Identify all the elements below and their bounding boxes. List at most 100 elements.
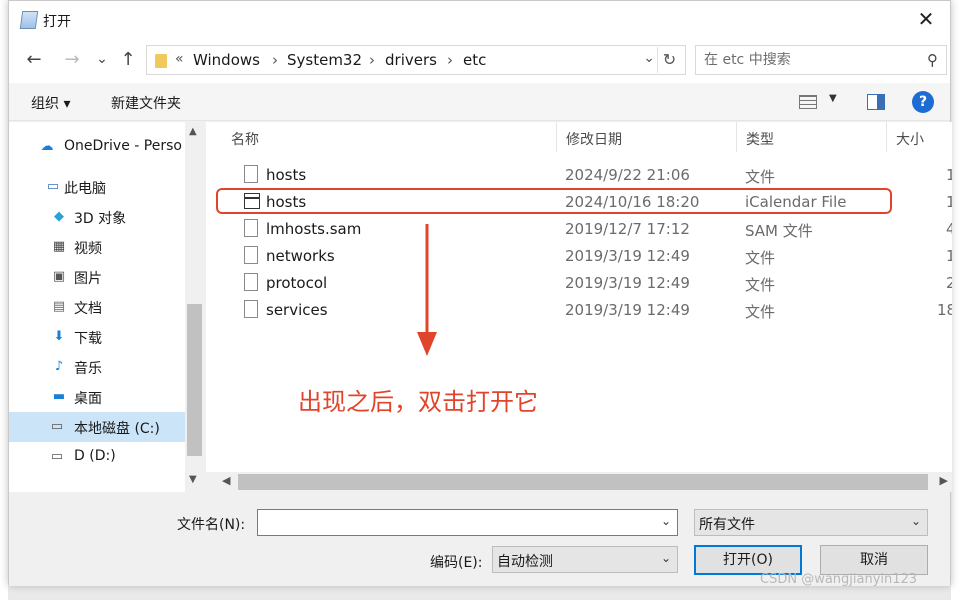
navigation-pane: ☁ OneDrive - Perso ▭ 此电脑 ◆ 3D 对象 ▦ 视频 ▣ … [9, 122, 204, 492]
drive-icon: ▭ [50, 449, 64, 464]
scroll-right-icon[interactable]: ▶ [940, 474, 948, 487]
watermark: CSDN @wangjianyin123 [760, 572, 918, 587]
scroll-up-icon[interactable]: ▲ [189, 126, 197, 137]
organize-menu-button[interactable]: 组织 ▾ [31, 93, 70, 113]
sidebar-item-onedrive[interactable]: ☁ OneDrive - Perso [9, 132, 185, 162]
cloud-icon: ☁ [40, 139, 54, 154]
file-name: hosts [266, 166, 307, 184]
file-list-pane: ^ 名称 修改日期 类型 大小 hosts 2024/9/22 21:06 文件… [206, 122, 952, 492]
sidebar-item-pictures[interactable]: ▣ 图片 [9, 262, 185, 292]
file-name: protocol [266, 274, 328, 292]
open-button[interactable]: 打开(O) [694, 545, 802, 575]
filename-label: 文件名(N): [177, 517, 246, 533]
help-icon[interactable]: ? [912, 91, 934, 113]
sidebar-scrollbar[interactable]: ▲ ▼ [185, 122, 204, 492]
sidebar-item-downloads[interactable]: ⬇ 下载 [9, 322, 185, 352]
filename-field[interactable]: ⌄ [257, 509, 678, 536]
sidebar-item-drive-d[interactable]: ▭ D (D:) [9, 442, 185, 472]
file-name: networks [266, 247, 335, 265]
scrollbar-thumb[interactable] [187, 304, 202, 456]
table-row[interactable]: services 2019/3/19 12:49 文件 18 [226, 297, 952, 324]
breadcrumb-separator-icon[interactable]: › [369, 51, 375, 69]
table-row[interactable]: lmhosts.sam 2019/12/7 17:12 SAM 文件 4 [226, 216, 952, 243]
table-row[interactable]: hosts 2024/10/16 18:20 iCalendar File 1 [226, 189, 952, 216]
file-type: 文件 [745, 249, 776, 267]
search-box[interactable]: ⚲ [695, 45, 947, 75]
music-icon: ♪ [54, 359, 64, 374]
overflow-chevron-icon[interactable]: « [175, 51, 184, 67]
file-date: 2019/3/19 12:49 [565, 247, 690, 265]
navigation-bar: ← → ⌄ ↑ « Windows › System32 › drivers ›… [9, 39, 950, 83]
back-arrow-icon[interactable]: ← [23, 49, 45, 70]
computer-icon: ▭ [46, 179, 60, 194]
breadcrumb-separator-icon[interactable]: › [272, 51, 278, 69]
sidebar-item-label: 本地磁盘 (C:) [74, 421, 160, 437]
calendar-file-icon [244, 193, 260, 209]
address-dropdown-chevron-icon[interactable]: ⌄ [643, 50, 655, 66]
column-divider[interactable] [736, 122, 737, 152]
column-header-date[interactable]: 修改日期 [566, 122, 622, 152]
encoding-value: 自动检测 [497, 554, 553, 570]
file-date: 2024/10/16 18:20 [565, 193, 700, 211]
breadcrumb-separator-icon[interactable]: › [447, 51, 453, 69]
new-folder-button[interactable]: 新建文件夹 [111, 93, 181, 113]
chevron-down-icon[interactable]: ⌄ [661, 551, 671, 565]
sidebar-item-3d-objects[interactable]: ◆ 3D 对象 [9, 202, 185, 232]
sidebar-item-desktop[interactable]: ▬ 桌面 [9, 382, 185, 412]
breadcrumb-windows[interactable]: Windows [193, 51, 260, 69]
file-size: 18 [937, 301, 952, 319]
table-row[interactable]: networks 2019/3/19 12:49 文件 1 [226, 243, 952, 270]
recent-locations-chevron-icon[interactable]: ⌄ [91, 51, 113, 67]
refresh-icon[interactable]: ↻ [657, 47, 681, 73]
sidebar-item-videos[interactable]: ▦ 视频 [9, 232, 185, 262]
sidebar-item-label: D (D:) [74, 448, 116, 464]
sidebar-item-this-pc[interactable]: ▭ 此电脑 [9, 172, 185, 202]
scrollbar-thumb[interactable] [238, 474, 928, 490]
file-icon [244, 165, 258, 183]
table-row[interactable]: protocol 2019/3/19 12:49 文件 2 [226, 270, 952, 297]
breadcrumb-system32[interactable]: System32 [287, 51, 362, 69]
close-button[interactable]: ✕ [914, 7, 938, 31]
sidebar-item-documents[interactable]: ▤ 文档 [9, 292, 185, 322]
file-type: 文件 [745, 276, 776, 294]
file-icon [244, 219, 258, 237]
column-header-name[interactable]: 名称 [231, 122, 259, 152]
up-arrow-icon[interactable]: ↑ [117, 49, 139, 70]
file-size: 1 [946, 166, 952, 184]
cancel-button[interactable]: 取消 [820, 545, 928, 575]
sidebar-item-music[interactable]: ♪ 音乐 [9, 352, 185, 382]
column-header-size[interactable]: 大小 [896, 122, 924, 152]
file-type: 文件 [745, 303, 776, 321]
sidebar-item-label: 文档 [74, 301, 102, 317]
view-dropdown-icon[interactable]: ▼ [829, 93, 837, 104]
window-title: 打开 [43, 14, 71, 30]
breadcrumb-drivers[interactable]: drivers [385, 51, 437, 69]
sidebar-item-label: 下载 [74, 331, 102, 347]
search-icon: ⚲ [927, 51, 938, 69]
video-icon: ▦ [52, 239, 66, 254]
address-bar[interactable]: « Windows › System32 › drivers › etc ⌄ ↻ [146, 45, 686, 75]
filetype-select[interactable]: 所有文件 ⌄ [694, 509, 928, 536]
sort-ascending-icon: ^ [389, 122, 398, 129]
column-divider[interactable] [886, 122, 887, 152]
breadcrumb-etc[interactable]: etc [463, 51, 486, 69]
column-divider[interactable] [556, 122, 557, 152]
scroll-down-icon[interactable]: ▼ [189, 474, 197, 485]
horizontal-scrollbar[interactable]: ◀ ▶ [206, 472, 952, 492]
encoding-select[interactable]: 自动检测 ⌄ [492, 546, 678, 573]
column-header-type[interactable]: 类型 [746, 122, 774, 152]
chevron-down-icon[interactable]: ⌄ [661, 514, 671, 528]
forward-arrow-icon[interactable]: → [61, 49, 83, 70]
scroll-left-icon[interactable]: ◀ [222, 474, 230, 487]
chevron-down-icon[interactable]: ⌄ [911, 514, 921, 528]
preview-pane-icon[interactable] [867, 94, 885, 110]
command-toolbar: 组织 ▾ 新建文件夹 ▼ ? [9, 83, 950, 121]
sidebar-item-label: OneDrive - Perso [64, 138, 182, 154]
sidebar-item-local-disk-c[interactable]: ▭ 本地磁盘 (C:) [9, 412, 185, 442]
view-options-icon[interactable] [799, 95, 817, 109]
table-row[interactable]: hosts 2024/9/22 21:06 文件 1 [226, 162, 952, 189]
search-input[interactable] [704, 50, 904, 70]
file-name: lmhosts.sam [266, 220, 362, 238]
document-icon: ▤ [52, 299, 66, 314]
file-size: 4 [946, 220, 952, 238]
